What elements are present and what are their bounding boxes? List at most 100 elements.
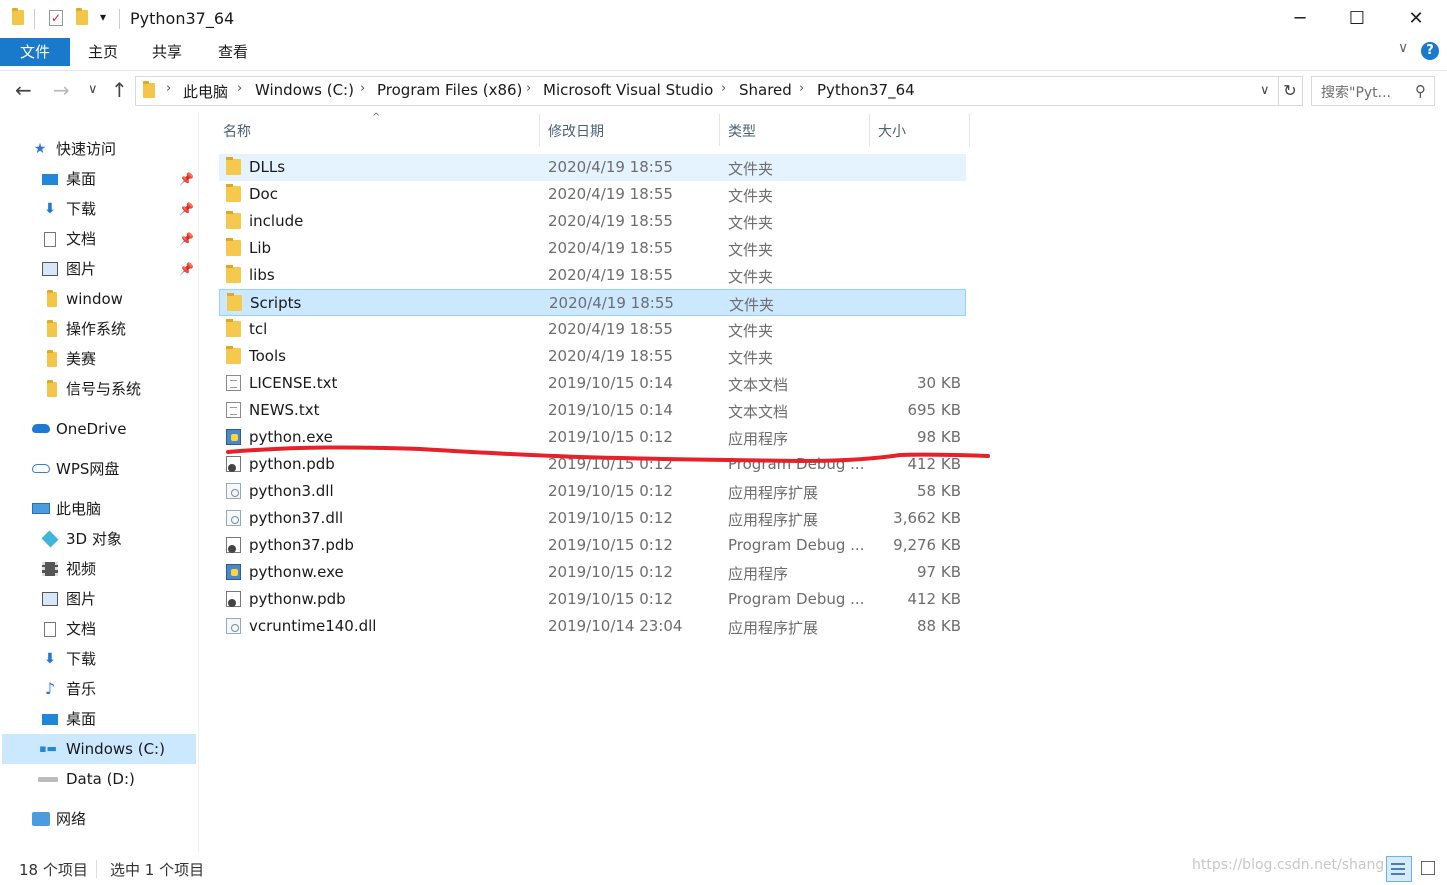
tab-file[interactable]: 文件 <box>0 38 70 66</box>
python-exe-icon <box>226 564 241 580</box>
close-button[interactable]: ✕ <box>1393 4 1439 34</box>
music-note-icon: ♪ <box>44 679 56 698</box>
sidebar-item-documents[interactable]: 文档 📌 <box>42 225 202 253</box>
column-divider[interactable] <box>539 114 540 146</box>
address-dropdown-icon[interactable]: ∨ <box>1260 83 1270 98</box>
file-row[interactable]: pythonw.exe 2019/10/15 0:12 应用程序 97 KB <box>219 559 966 586</box>
breadcrumb-python37-64[interactable]: Python37_64 <box>817 81 915 99</box>
file-row[interactable]: libs 2020/4/19 18:55 文件夹 <box>219 262 966 289</box>
breadcrumb-program-files-x86[interactable]: Program Files (x86) <box>377 81 522 99</box>
file-row[interactable]: Scripts 2020/4/19 18:55 文件夹 <box>219 289 966 316</box>
python-exe-icon <box>226 429 241 445</box>
help-icon[interactable]: ? <box>1421 42 1439 60</box>
details-view-icon <box>1391 873 1405 875</box>
sidebar-item-label: 桌面 <box>66 170 97 188</box>
search-input[interactable]: 搜索"Pyt... <box>1321 82 1391 102</box>
file-date: 2019/10/15 0:12 <box>548 455 673 473</box>
file-name: python3.dll <box>249 482 334 500</box>
pin-icon[interactable]: 📌 <box>179 165 194 193</box>
column-header-name[interactable]: 名称 <box>223 121 251 141</box>
new-folder-icon[interactable] <box>76 8 88 29</box>
tab-share[interactable]: 共享 <box>152 38 182 66</box>
search-box[interactable]: 搜索"Pyt... ⚲ <box>1311 76 1435 106</box>
breadcrumb-windows-c[interactable]: Windows (C:) <box>255 81 354 99</box>
file-row[interactable]: python37.dll 2019/10/15 0:12 应用程序扩展 3,662 K… <box>219 505 966 532</box>
pin-icon[interactable]: 📌 <box>179 225 194 253</box>
download-icon: ⬇ <box>44 201 56 217</box>
customize-quick-access-icon[interactable]: ▾ <box>100 10 106 24</box>
column-divider[interactable] <box>719 114 720 146</box>
large-icons-view-button[interactable] <box>1418 858 1438 878</box>
pin-icon[interactable]: 📌 <box>179 255 194 283</box>
file-type: Program Debug ... <box>728 536 865 554</box>
details-view-button[interactable] <box>1386 856 1412 882</box>
back-button[interactable]: ← <box>15 78 32 102</box>
refresh-button[interactable]: ↻ <box>1278 76 1303 106</box>
file-row[interactable]: Tools 2020/4/19 18:55 文件夹 <box>219 343 966 370</box>
maximize-button[interactable]: ☐ <box>1334 4 1380 34</box>
text-file-icon <box>226 402 241 418</box>
file-row[interactable]: DLLs 2020/4/19 18:55 文件夹 <box>219 154 966 181</box>
network-icon <box>32 812 50 826</box>
expand-ribbon-icon[interactable]: ∨ <box>1398 40 1408 56</box>
file-row[interactable]: Doc 2020/4/19 18:55 文件夹 <box>219 181 966 208</box>
file-date: 2019/10/15 0:14 <box>548 374 673 392</box>
breadcrumb-microsoft-visual-studio[interactable]: Microsoft Visual Studio <box>543 81 713 99</box>
breadcrumb-separator[interactable]: › <box>799 81 804 96</box>
file-row[interactable]: LICENSE.txt 2019/10/15 0:14 文本文档 30 KB <box>219 370 966 397</box>
file-row[interactable]: python.exe 2019/10/15 0:12 应用程序 98 KB <box>219 424 966 451</box>
breadcrumb-separator[interactable]: › <box>721 81 726 96</box>
file-row[interactable]: Lib 2020/4/19 18:55 文件夹 <box>219 235 966 262</box>
file-row[interactable]: python.pdb 2019/10/15 0:12 Program Debug .… <box>219 451 966 478</box>
file-name: pythonw.exe <box>249 563 344 581</box>
file-row[interactable]: python37.pdb 2019/10/15 0:12 Program Debug… <box>219 532 966 559</box>
file-row[interactable]: NEWS.txt 2019/10/15 0:14 文本文档 695 KB <box>219 397 966 424</box>
column-header-date[interactable]: 修改日期 <box>548 121 604 141</box>
file-row[interactable]: python3.dll 2019/10/15 0:12 应用程序扩展 58 KB <box>219 478 966 505</box>
recent-locations-button[interactable]: ∨ <box>88 82 98 97</box>
sidebar-item-label: OneDrive <box>56 420 127 438</box>
minimize-button[interactable]: ─ <box>1277 4 1323 34</box>
breadcrumb-this-pc[interactable]: 此电脑 <box>183 81 228 102</box>
breadcrumb-shared[interactable]: Shared <box>739 81 792 99</box>
properties-icon[interactable]: ✓ <box>49 10 63 26</box>
column-divider[interactable] <box>969 114 970 146</box>
file-size: 412 KB <box>907 590 961 608</box>
sidebar-item-label: 音乐 <box>66 680 97 698</box>
folder-icon <box>226 157 241 175</box>
file-row[interactable]: tcl 2020/4/19 18:55 文件夹 <box>219 316 966 343</box>
up-button[interactable]: ↑ <box>111 78 128 102</box>
file-type: 应用程序扩展 <box>728 484 819 502</box>
breadcrumb-separator[interactable]: › <box>360 81 365 96</box>
file-row[interactable]: vcruntime140.dll 2019/10/14 23:04 应用程序扩展 88… <box>219 613 966 640</box>
file-type: 文件夹 <box>729 296 775 314</box>
address-bar[interactable]: › 此电脑 › Windows (C:) › Program Files (x8… <box>135 76 1279 106</box>
details-view-icon <box>1391 863 1405 865</box>
column-divider[interactable] <box>869 114 870 146</box>
file-name: python.exe <box>249 428 333 446</box>
breadcrumb-separator[interactable]: › <box>237 81 242 96</box>
sidebar-item-pictures[interactable]: 图片 📌 <box>42 255 202 283</box>
sidebar-item-downloads[interactable]: ⬇ 下载 📌 <box>42 195 202 223</box>
picture-icon <box>42 262 58 276</box>
sidebar-item-label: 美赛 <box>66 350 97 368</box>
title-separator <box>119 9 120 29</box>
column-header-type[interactable]: 类型 <box>728 121 756 141</box>
breadcrumb-separator[interactable]: › <box>166 81 171 96</box>
file-row[interactable]: pythonw.pdb 2019/10/15 0:12 Program Debug … <box>219 586 966 613</box>
folder-icon <box>226 319 241 337</box>
file-date: 2019/10/15 0:14 <box>548 401 673 419</box>
folder-icon <box>44 320 60 337</box>
tab-home[interactable]: 主页 <box>88 38 118 66</box>
sidebar-item-label: Data (D:) <box>66 770 135 788</box>
sidebar-item-desktop[interactable]: 桌面 📌 <box>42 165 202 193</box>
pin-icon[interactable]: 📌 <box>179 195 194 223</box>
breadcrumb-separator[interactable]: › <box>526 81 531 96</box>
file-row[interactable]: include 2020/4/19 18:55 文件夹 <box>219 208 966 235</box>
file-type: 文本文档 <box>728 376 789 394</box>
tab-view[interactable]: 查看 <box>218 38 248 66</box>
pane-divider[interactable] <box>198 112 199 852</box>
column-header-size[interactable]: 大小 <box>878 121 906 141</box>
file-date: 2019/10/15 0:12 <box>548 590 673 608</box>
forward-button[interactable]: → <box>53 78 70 102</box>
